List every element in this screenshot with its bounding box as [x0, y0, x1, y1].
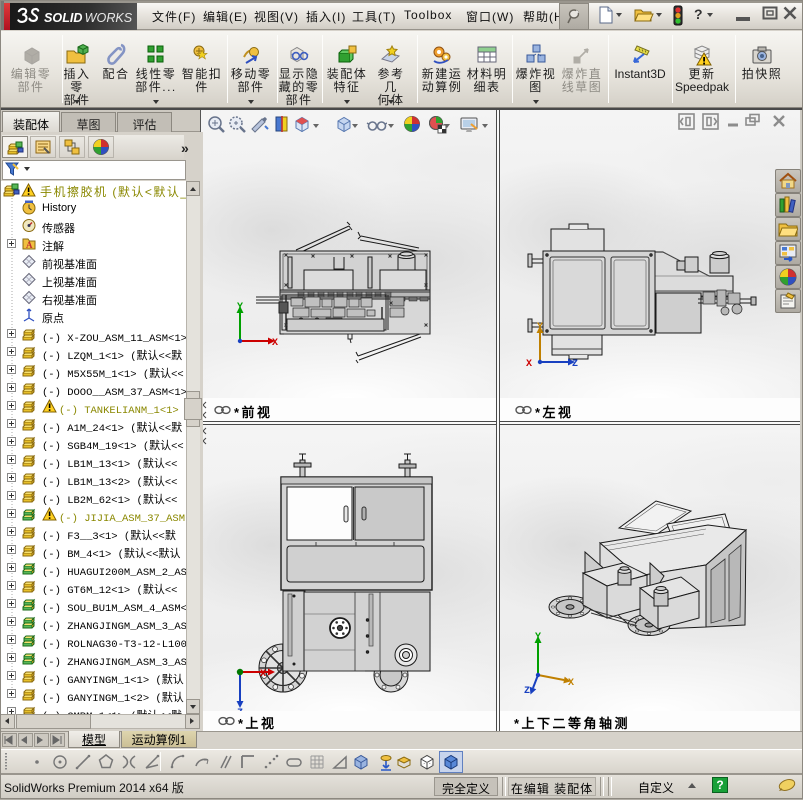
svg-text:X: X: [272, 338, 278, 349]
svg-text:X: X: [260, 669, 266, 680]
svg-text:A: A: [26, 240, 33, 250]
svg-text:Y: Y: [237, 302, 243, 313]
svg-text:Z: Z: [572, 359, 578, 370]
svg-text:Z: Z: [524, 686, 530, 697]
svg-text:X: X: [526, 359, 532, 370]
svg-text:X: X: [568, 678, 574, 689]
svg-text:Y: Y: [535, 632, 541, 643]
svg-text:WORKS: WORKS: [85, 11, 133, 25]
svg-text:SOLID: SOLID: [44, 11, 82, 25]
svg-text:Z: Z: [237, 708, 243, 711]
svg-text:Y: Y: [537, 322, 543, 333]
